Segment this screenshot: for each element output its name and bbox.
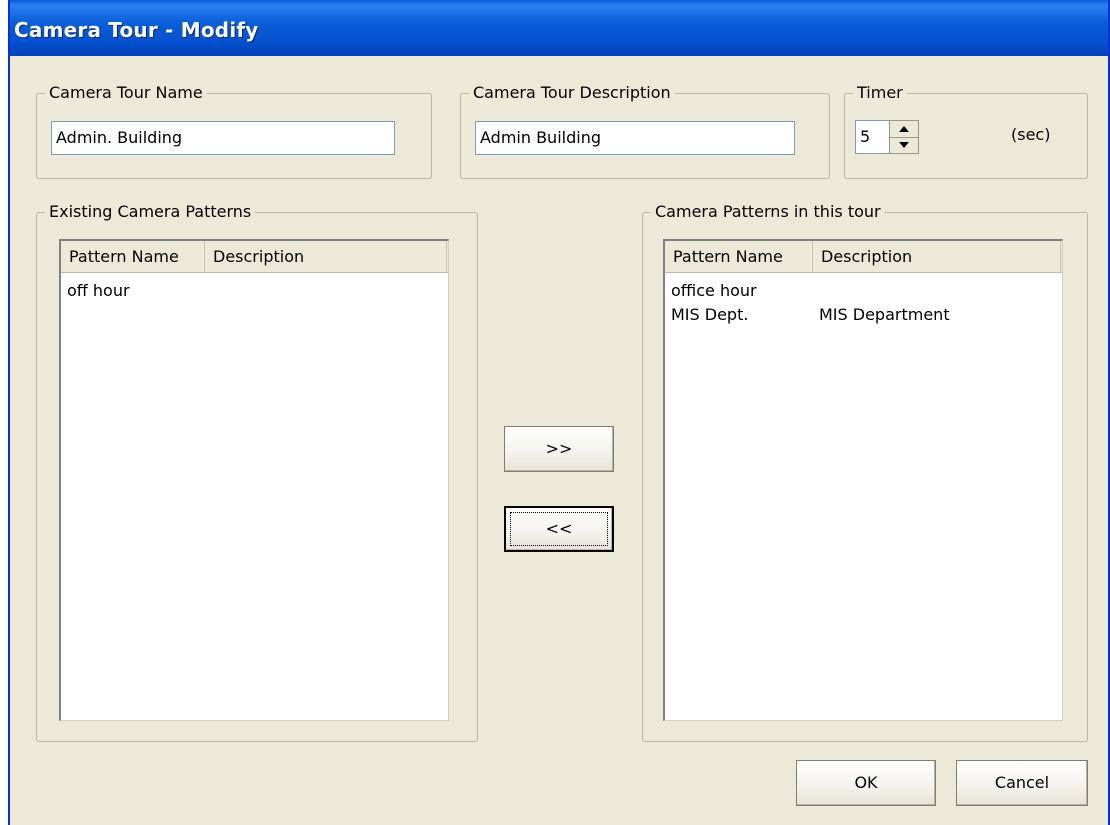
tour-description-input[interactable]: Admin Building	[475, 121, 795, 155]
tour-name-input[interactable]: Admin. Building	[51, 121, 395, 155]
existing-list-header: Pattern Name Description	[61, 241, 448, 273]
ok-button[interactable]: OK	[796, 760, 936, 806]
add-to-tour-button[interactable]: >>	[504, 426, 614, 472]
existing-patterns-label: Existing Camera Patterns	[45, 201, 256, 223]
cancel-button[interactable]: Cancel	[956, 760, 1088, 806]
pattern-name: MIS Dept.	[671, 305, 749, 324]
window-title: Camera Tour - Modify	[14, 18, 259, 42]
tour-description-label: Camera Tour Description	[469, 82, 675, 104]
title-bar[interactable]: Camera Tour - Modify	[10, 0, 1108, 56]
list-item[interactable]: MIS Dept. MIS Department	[671, 303, 1061, 327]
pattern-name: off hour	[67, 281, 130, 300]
pattern-name: office hour	[671, 281, 757, 300]
pattern-description: MIS Department	[819, 305, 950, 324]
tour-name-group: Camera Tour Name Admin. Building	[36, 82, 432, 179]
dialog-window: Camera Tour - Modify Camera Tour Name Ad…	[8, 0, 1110, 825]
tour-patterns-label: Camera Patterns in this tour	[651, 201, 885, 223]
column-header-pattern-name[interactable]: Pattern Name	[61, 241, 205, 272]
timer-input[interactable]: 5	[855, 120, 891, 154]
ok-button-label: OK	[854, 773, 878, 792]
cancel-button-label: Cancel	[994, 773, 1050, 792]
list-item[interactable]: off hour	[67, 279, 447, 303]
timer-unit: (sec)	[1011, 125, 1051, 144]
timer-spinner[interactable]	[889, 120, 919, 154]
list-item[interactable]: office hour	[671, 279, 1061, 303]
tour-patterns-list[interactable]: Pattern Name Description office hour MIS…	[663, 239, 1063, 721]
existing-patterns-list[interactable]: Pattern Name Description off hour	[59, 239, 449, 721]
spin-up-icon[interactable]	[890, 121, 918, 138]
remove-from-tour-button[interactable]: <<	[504, 506, 614, 552]
timer-group: Timer 5 (sec)	[844, 82, 1088, 179]
tour-description-group: Camera Tour Description Admin Building	[460, 82, 830, 179]
tour-patterns-group: Camera Patterns in this tour Pattern Nam…	[642, 201, 1088, 742]
timer-label: Timer	[853, 82, 907, 104]
focus-ring	[510, 512, 608, 546]
add-button-label: >>	[545, 439, 573, 458]
existing-patterns-group: Existing Camera Patterns Pattern Name De…	[36, 201, 478, 742]
column-header-description[interactable]: Description	[813, 241, 1061, 272]
column-header-pattern-name[interactable]: Pattern Name	[665, 241, 813, 272]
tour-list-header: Pattern Name Description	[665, 241, 1062, 273]
column-header-description[interactable]: Description	[205, 241, 447, 272]
tour-name-label: Camera Tour Name	[45, 82, 207, 104]
spin-down-icon[interactable]	[890, 137, 918, 153]
